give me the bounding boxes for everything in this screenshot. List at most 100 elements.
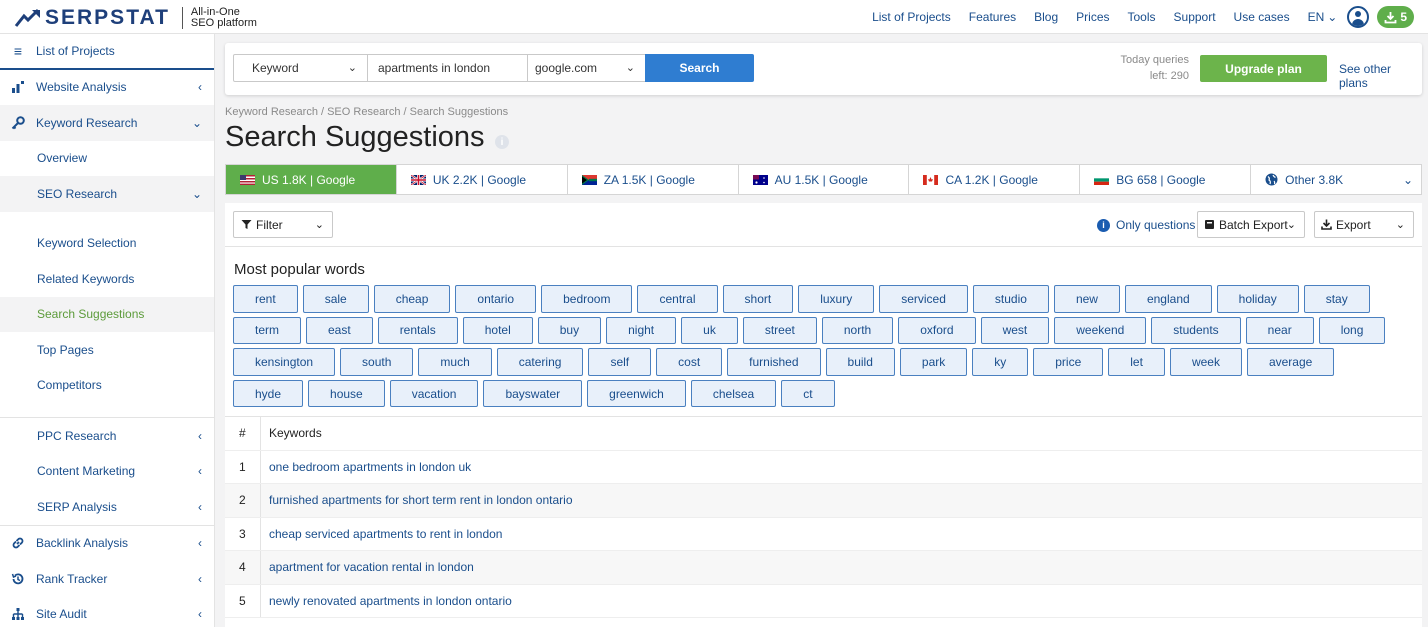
popular-word-chip[interactable]: near bbox=[1245, 316, 1314, 345]
popular-word-chip[interactable]: short bbox=[722, 285, 794, 313]
keyword-link[interactable]: one bedroom apartments in london uk bbox=[261, 460, 471, 474]
tab-uk[interactable]: UK 2.2K | Google bbox=[397, 165, 568, 194]
popular-word-chip[interactable]: week bbox=[1169, 348, 1242, 376]
column-header-number[interactable]: # bbox=[225, 417, 261, 450]
sidebar-item-search-suggestions[interactable]: Search Suggestions bbox=[0, 296, 214, 332]
popular-word-chip[interactable]: vacation bbox=[389, 379, 479, 408]
popular-word-chip[interactable]: cost bbox=[656, 348, 723, 376]
sidebar-item-content-marketing[interactable]: Content Marketing ‹ bbox=[0, 454, 214, 490]
popular-word-chip[interactable]: ky bbox=[972, 348, 1029, 376]
popular-word-chip[interactable]: bedroom bbox=[541, 285, 633, 313]
tab-us[interactable]: US 1.8K | Google bbox=[226, 165, 397, 194]
tab-bg[interactable]: BG 658 | Google bbox=[1080, 165, 1252, 194]
popular-word-chip[interactable]: long bbox=[1318, 316, 1386, 345]
nav-use-cases[interactable]: Use cases bbox=[1234, 10, 1290, 24]
search-engine-select[interactable]: google.com ⌄ bbox=[527, 54, 646, 82]
popular-word-chip[interactable]: east bbox=[306, 316, 373, 345]
sidebar-item-serp-analysis[interactable]: SERP Analysis ‹ bbox=[0, 489, 214, 525]
popular-word-chip[interactable]: stay bbox=[1303, 285, 1370, 313]
sidebar-item-keyword-research[interactable]: Keyword Research ⌄ bbox=[0, 105, 214, 141]
tab-au[interactable]: AU 1.5K | Google bbox=[739, 165, 910, 194]
popular-word-chip[interactable]: let bbox=[1108, 348, 1165, 376]
popular-word-chip[interactable]: studio bbox=[972, 285, 1049, 313]
popular-word-chip[interactable]: north bbox=[821, 316, 894, 345]
popular-word-chip[interactable]: much bbox=[418, 348, 492, 376]
popular-word-chip[interactable]: central bbox=[637, 285, 718, 313]
popular-word-chip[interactable]: west bbox=[980, 316, 1050, 345]
popular-word-chip[interactable]: park bbox=[899, 348, 968, 376]
popular-word-chip[interactable]: england bbox=[1124, 285, 1212, 313]
popular-word-chip[interactable]: weekend bbox=[1054, 316, 1147, 345]
keyword-link[interactable]: newly renovated apartments in london ont… bbox=[261, 594, 512, 608]
see-other-plans-link[interactable]: See other plans bbox=[1339, 62, 1422, 90]
tab-other[interactable]: Other 3.8K ⌄ bbox=[1251, 165, 1421, 194]
search-type-select[interactable]: Keyword ⌄ bbox=[233, 54, 368, 82]
tab-ca[interactable]: CA 1.2K | Google bbox=[909, 165, 1081, 194]
keyword-link[interactable]: apartment for vacation rental in london bbox=[261, 560, 474, 574]
popular-word-chip[interactable]: term bbox=[233, 316, 301, 345]
popular-word-chip[interactable]: ct bbox=[781, 379, 835, 408]
popular-word-chip[interactable]: greenwich bbox=[587, 379, 686, 408]
popular-word-chip[interactable]: sale bbox=[302, 285, 369, 313]
popular-word-chip[interactable]: south bbox=[340, 348, 414, 376]
downloads-button[interactable]: 5 bbox=[1377, 6, 1414, 28]
sidebar-item-keyword-selection[interactable]: Keyword Selection bbox=[0, 226, 214, 262]
serpstat-logo[interactable]: SERPSTAT All-in-One SEO platform bbox=[14, 6, 257, 30]
nav-tools[interactable]: Tools bbox=[1128, 10, 1156, 24]
popular-word-chip[interactable]: rent bbox=[233, 285, 298, 313]
nav-prices[interactable]: Prices bbox=[1076, 10, 1109, 24]
tab-za[interactable]: ZA 1.5K | Google bbox=[568, 165, 739, 194]
popular-word-chip[interactable]: catering bbox=[496, 348, 584, 376]
popular-word-chip[interactable]: average bbox=[1246, 348, 1335, 376]
popular-word-chip[interactable]: house bbox=[308, 379, 385, 408]
popular-word-chip[interactable]: luxury bbox=[798, 285, 875, 313]
popular-word-chip[interactable]: cheap bbox=[373, 285, 451, 313]
only-questions-toggle[interactable]: i Only questions bbox=[1097, 218, 1195, 232]
column-header-keywords[interactable]: Keywords bbox=[261, 426, 322, 440]
sidebar-item-top-pages[interactable]: Top Pages bbox=[0, 332, 214, 368]
user-avatar-icon[interactable] bbox=[1347, 6, 1370, 28]
filter-button[interactable]: Filter ⌄ bbox=[233, 211, 333, 238]
popular-word-chip[interactable]: rentals bbox=[377, 316, 458, 345]
popular-word-chip[interactable]: oxford bbox=[898, 316, 976, 345]
popular-word-chip[interactable]: students bbox=[1151, 316, 1241, 345]
popular-word-chip[interactable]: bayswater bbox=[483, 379, 583, 408]
sidebar-item-seo-research[interactable]: SEO Research ⌄ bbox=[0, 176, 214, 212]
popular-word-chip[interactable]: chelsea bbox=[690, 379, 777, 408]
popular-word-chip[interactable]: build bbox=[825, 348, 895, 376]
search-input[interactable]: apartments in london bbox=[367, 54, 528, 82]
nav-blog[interactable]: Blog bbox=[1034, 10, 1058, 24]
popular-word-chip[interactable]: buy bbox=[537, 316, 602, 345]
sidebar-item-overview[interactable]: Overview bbox=[0, 141, 214, 177]
popular-word-chip[interactable]: holiday bbox=[1216, 285, 1299, 313]
popular-word-chip[interactable]: serviced bbox=[879, 285, 968, 313]
nav-list-of-projects[interactable]: List of Projects bbox=[872, 10, 951, 24]
batch-export-button[interactable]: Batch Export ⌄ bbox=[1197, 211, 1305, 238]
sidebar-item-backlink-analysis[interactable]: Backlink Analysis ‹ bbox=[0, 526, 214, 562]
popular-word-chip[interactable]: self bbox=[588, 348, 652, 376]
info-icon[interactable]: i bbox=[495, 135, 509, 149]
keyword-link[interactable]: cheap serviced apartments to rent in lon… bbox=[261, 527, 502, 541]
export-button[interactable]: Export ⌄ bbox=[1314, 211, 1414, 238]
popular-word-chip[interactable]: new bbox=[1053, 285, 1120, 313]
language-select[interactable]: EN ⌄ bbox=[1308, 10, 1338, 24]
popular-word-chip[interactable]: hyde bbox=[233, 379, 304, 408]
sidebar-item-related-keywords[interactable]: Related Keywords bbox=[0, 261, 214, 297]
keyword-link[interactable]: furnished apartments for short term rent… bbox=[261, 493, 573, 507]
sidebar-item-competitors[interactable]: Competitors bbox=[0, 368, 214, 404]
sidebar-item-list-of-projects[interactable]: ≡ List of Projects bbox=[0, 34, 214, 70]
nav-support[interactable]: Support bbox=[1174, 10, 1216, 24]
popular-word-chip[interactable]: uk bbox=[681, 316, 738, 345]
popular-word-chip[interactable]: ontario bbox=[455, 285, 537, 313]
search-button[interactable]: Search bbox=[645, 54, 754, 82]
popular-word-chip[interactable]: furnished bbox=[727, 348, 821, 376]
sidebar-item-website-analysis[interactable]: Website Analysis ‹ bbox=[0, 70, 214, 106]
popular-word-chip[interactable]: street bbox=[742, 316, 817, 345]
popular-word-chip[interactable]: kensington bbox=[233, 348, 336, 376]
popular-word-chip[interactable]: price bbox=[1033, 348, 1104, 376]
popular-word-chip[interactable]: night bbox=[606, 316, 677, 345]
sidebar-item-ppc-research[interactable]: PPC Research ‹ bbox=[0, 418, 214, 454]
sidebar-item-site-audit[interactable]: Site Audit ‹ bbox=[0, 597, 214, 627]
upgrade-plan-button[interactable]: Upgrade plan bbox=[1200, 55, 1327, 82]
popular-word-chip[interactable]: hotel bbox=[462, 316, 533, 345]
